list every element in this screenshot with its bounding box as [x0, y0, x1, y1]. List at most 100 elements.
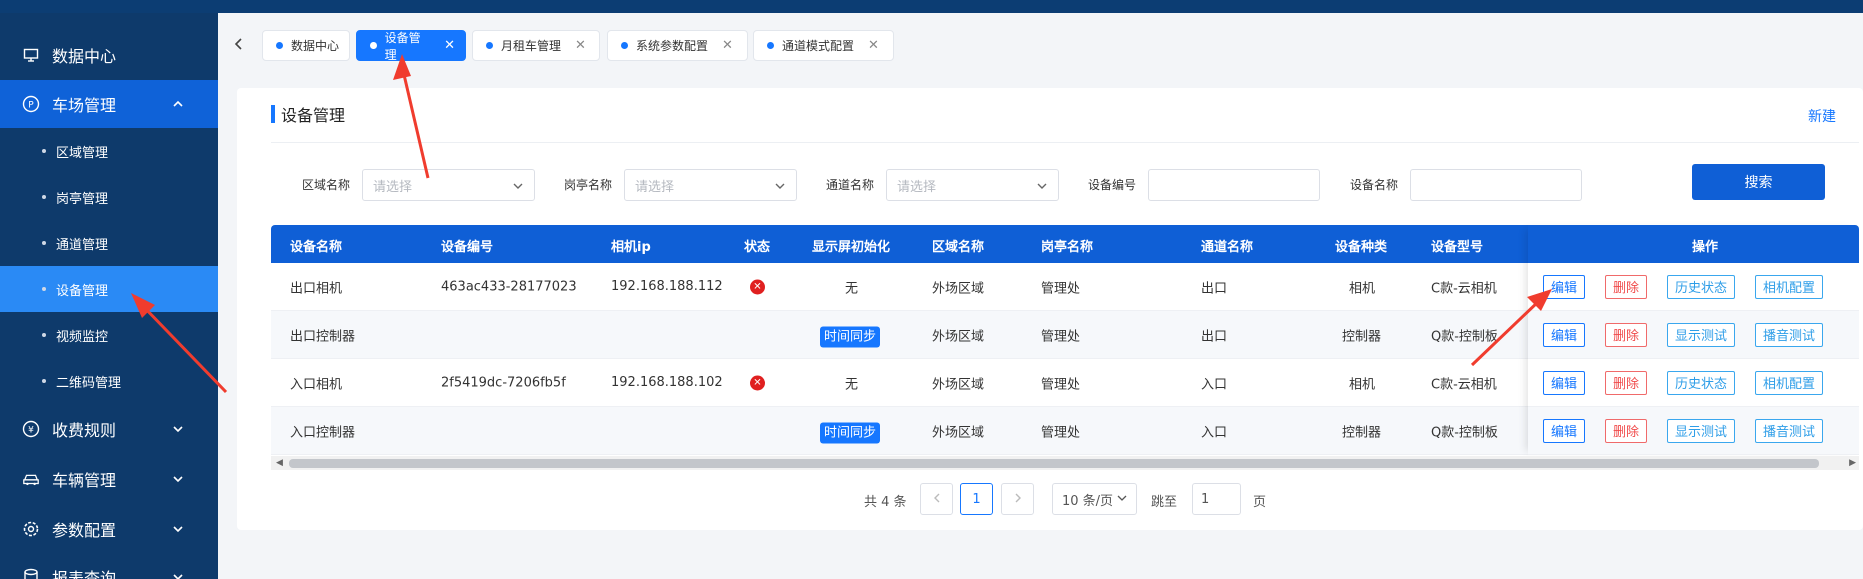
cell-kind: 控制器 — [1342, 425, 1382, 440]
edit-button[interactable]: 编辑 — [1543, 370, 1585, 395]
prev-page-button[interactable] — [920, 483, 953, 515]
sidebar-item-label: 参数配置 — [52, 521, 117, 540]
car-icon — [22, 470, 40, 488]
area-filter-label: 区域名称 — [302, 178, 351, 192]
col-header: 设备名称 — [290, 240, 343, 255]
sidebar-sub-item-qrcode[interactable]: 二维码管理 — [0, 358, 218, 404]
audio-test-button[interactable]: 播音测试 — [1755, 322, 1823, 347]
device-no-input[interactable] — [1148, 169, 1320, 201]
cell-model: C款-云相机 — [1431, 377, 1497, 392]
table-row: 出口控制器 时间同步 外场区域 管理处 出口 控制器 Q款-控制板 编辑 删除 … — [271, 311, 1859, 359]
new-button[interactable]: 新建 — [1808, 106, 1836, 126]
sidebar-item-vehicle-management[interactable]: 车辆管理 — [0, 455, 218, 503]
sidebar-sub-item-device[interactable]: 设备管理 — [0, 266, 218, 312]
close-icon[interactable]: ✕ — [444, 38, 455, 53]
tab-data-center[interactable]: 数据中心 — [262, 30, 350, 61]
horizontal-scrollbar[interactable]: ◀ ▶ — [271, 456, 1859, 470]
time-sync-label: 时间同步 — [820, 326, 881, 347]
edit-button[interactable]: 编辑 — [1543, 322, 1585, 347]
cell-area: 外场区域 — [932, 329, 985, 344]
area-select[interactable]: 请选择 — [362, 169, 535, 201]
channel-select[interactable]: 请选择 — [886, 169, 1059, 201]
cell-model: Q款-控制板 — [1431, 329, 1498, 344]
booth-select[interactable]: 请选择 — [624, 169, 797, 201]
tabs-back-icon[interactable] — [232, 37, 250, 55]
page-number-current[interactable]: 1 — [960, 483, 993, 515]
table-row: 出口相机 463ac433-28177023 192.168.188.112 ✕… — [271, 263, 1859, 311]
close-icon[interactable]: ✕ — [868, 38, 879, 53]
cell-channel: 出口 — [1201, 329, 1228, 344]
search-button[interactable]: 搜索 — [1692, 164, 1825, 200]
chevron-right-icon — [1013, 492, 1023, 507]
camera-config-button[interactable]: 相机配置 — [1755, 370, 1823, 395]
tab-system-params[interactable]: 系统参数配置 ✕ — [607, 30, 748, 61]
jump-label: 跳至 — [1151, 495, 1178, 510]
delete-button[interactable]: 删除 — [1605, 370, 1647, 395]
sidebar-sub-item-area[interactable]: 区域管理 — [0, 128, 218, 174]
tab-dot — [767, 42, 774, 49]
tab-device-management[interactable]: 设备管理 ✕ — [356, 30, 466, 62]
history-status-button[interactable]: 历史状态 — [1667, 370, 1735, 395]
sidebar-item-parking-management[interactable]: P 车场管理 — [0, 80, 218, 128]
channel-select-placeholder: 请选择 — [897, 179, 937, 195]
display-test-button[interactable]: 显示测试 — [1667, 418, 1735, 443]
booth-select-placeholder: 请选择 — [635, 179, 675, 195]
gear-icon — [22, 520, 40, 538]
sidebar-item-data-center[interactable]: 数据中心 — [0, 31, 218, 79]
chevron-down-icon — [774, 180, 786, 192]
cell-model: C款-云相机 — [1431, 281, 1497, 296]
bullet-dot — [42, 287, 46, 291]
tab-label: 系统参数配置 — [636, 39, 709, 53]
page-size-select[interactable]: 10 条/页 — [1052, 483, 1137, 515]
cell-channel: 入口 — [1201, 425, 1228, 440]
page-suffix-label: 页 — [1253, 495, 1267, 510]
sidebar-item-fee-rules[interactable]: ¥ 收费规则 — [0, 405, 218, 453]
sidebar-sub-item-label: 区域管理 — [56, 145, 109, 161]
edit-button[interactable]: 编辑 — [1543, 418, 1585, 443]
audio-test-button[interactable]: 播音测试 — [1755, 418, 1823, 443]
tab-monthly-car[interactable]: 月租车管理 ✕ — [472, 30, 600, 61]
time-sync-button[interactable]: 时间同步 — [820, 421, 881, 443]
chevron-down-icon — [172, 473, 184, 485]
monitor-icon — [22, 46, 40, 64]
table-row: 入口相机 2f5419dc-7206fb5f 192.168.188.102 ✕… — [271, 359, 1859, 407]
title-accent-bar — [271, 105, 275, 123]
history-status-button[interactable]: 历史状态 — [1667, 274, 1735, 299]
bullet-dot — [42, 149, 46, 153]
delete-button[interactable]: 删除 — [1605, 322, 1647, 347]
cell-channel: 出口 — [1201, 281, 1228, 296]
col-header: 通道名称 — [1201, 240, 1254, 255]
sidebar: 数据中心 P 车场管理 区域管理 岗亭管理 通道管理 设备管理 视频监控 二维码… — [0, 13, 218, 579]
page-size-value: 10 条/页 — [1061, 493, 1114, 509]
scrollbar-thumb[interactable] — [289, 459, 1819, 468]
time-sync-button[interactable]: 时间同步 — [820, 325, 881, 347]
cell-name: 入口相机 — [290, 377, 343, 392]
sidebar-sub-item-label: 通道管理 — [56, 237, 109, 253]
sidebar-item-report-query[interactable]: 报表查询 — [0, 553, 218, 579]
delete-button[interactable]: 删除 — [1605, 274, 1647, 299]
sidebar-sub-item-channel[interactable]: 通道管理 — [0, 220, 218, 266]
sidebar-item-parameter-config[interactable]: 参数配置 — [0, 505, 218, 553]
cell-device-no: 463ac433-28177023 — [441, 279, 577, 294]
delete-button[interactable]: 删除 — [1605, 418, 1647, 443]
bullet-dot — [42, 333, 46, 337]
sidebar-sub-item-video[interactable]: 视频监控 — [0, 312, 218, 358]
close-icon[interactable]: ✕ — [575, 38, 586, 53]
cell-area: 外场区域 — [932, 377, 985, 392]
scroll-right-icon[interactable]: ▶ — [1849, 458, 1856, 468]
tab-label: 数据中心 — [291, 39, 340, 53]
tab-channel-mode[interactable]: 通道模式配置 ✕ — [753, 30, 894, 61]
next-page-button[interactable] — [1001, 483, 1034, 515]
camera-config-button[interactable]: 相机配置 — [1755, 274, 1823, 299]
bullet-dot — [42, 241, 46, 245]
display-test-button[interactable]: 显示测试 — [1667, 322, 1735, 347]
chevron-down-icon — [1117, 492, 1127, 507]
close-icon[interactable]: ✕ — [722, 38, 733, 53]
scroll-left-icon[interactable]: ◀ — [276, 458, 283, 468]
area-select-placeholder: 请选择 — [373, 179, 413, 195]
col-header: 岗亭名称 — [1041, 240, 1094, 255]
sidebar-sub-item-booth[interactable]: 岗亭管理 — [0, 174, 218, 220]
device-name-input[interactable] — [1410, 169, 1582, 201]
edit-button[interactable]: 编辑 — [1543, 274, 1585, 299]
jump-page-input[interactable]: 1 — [1192, 483, 1241, 515]
